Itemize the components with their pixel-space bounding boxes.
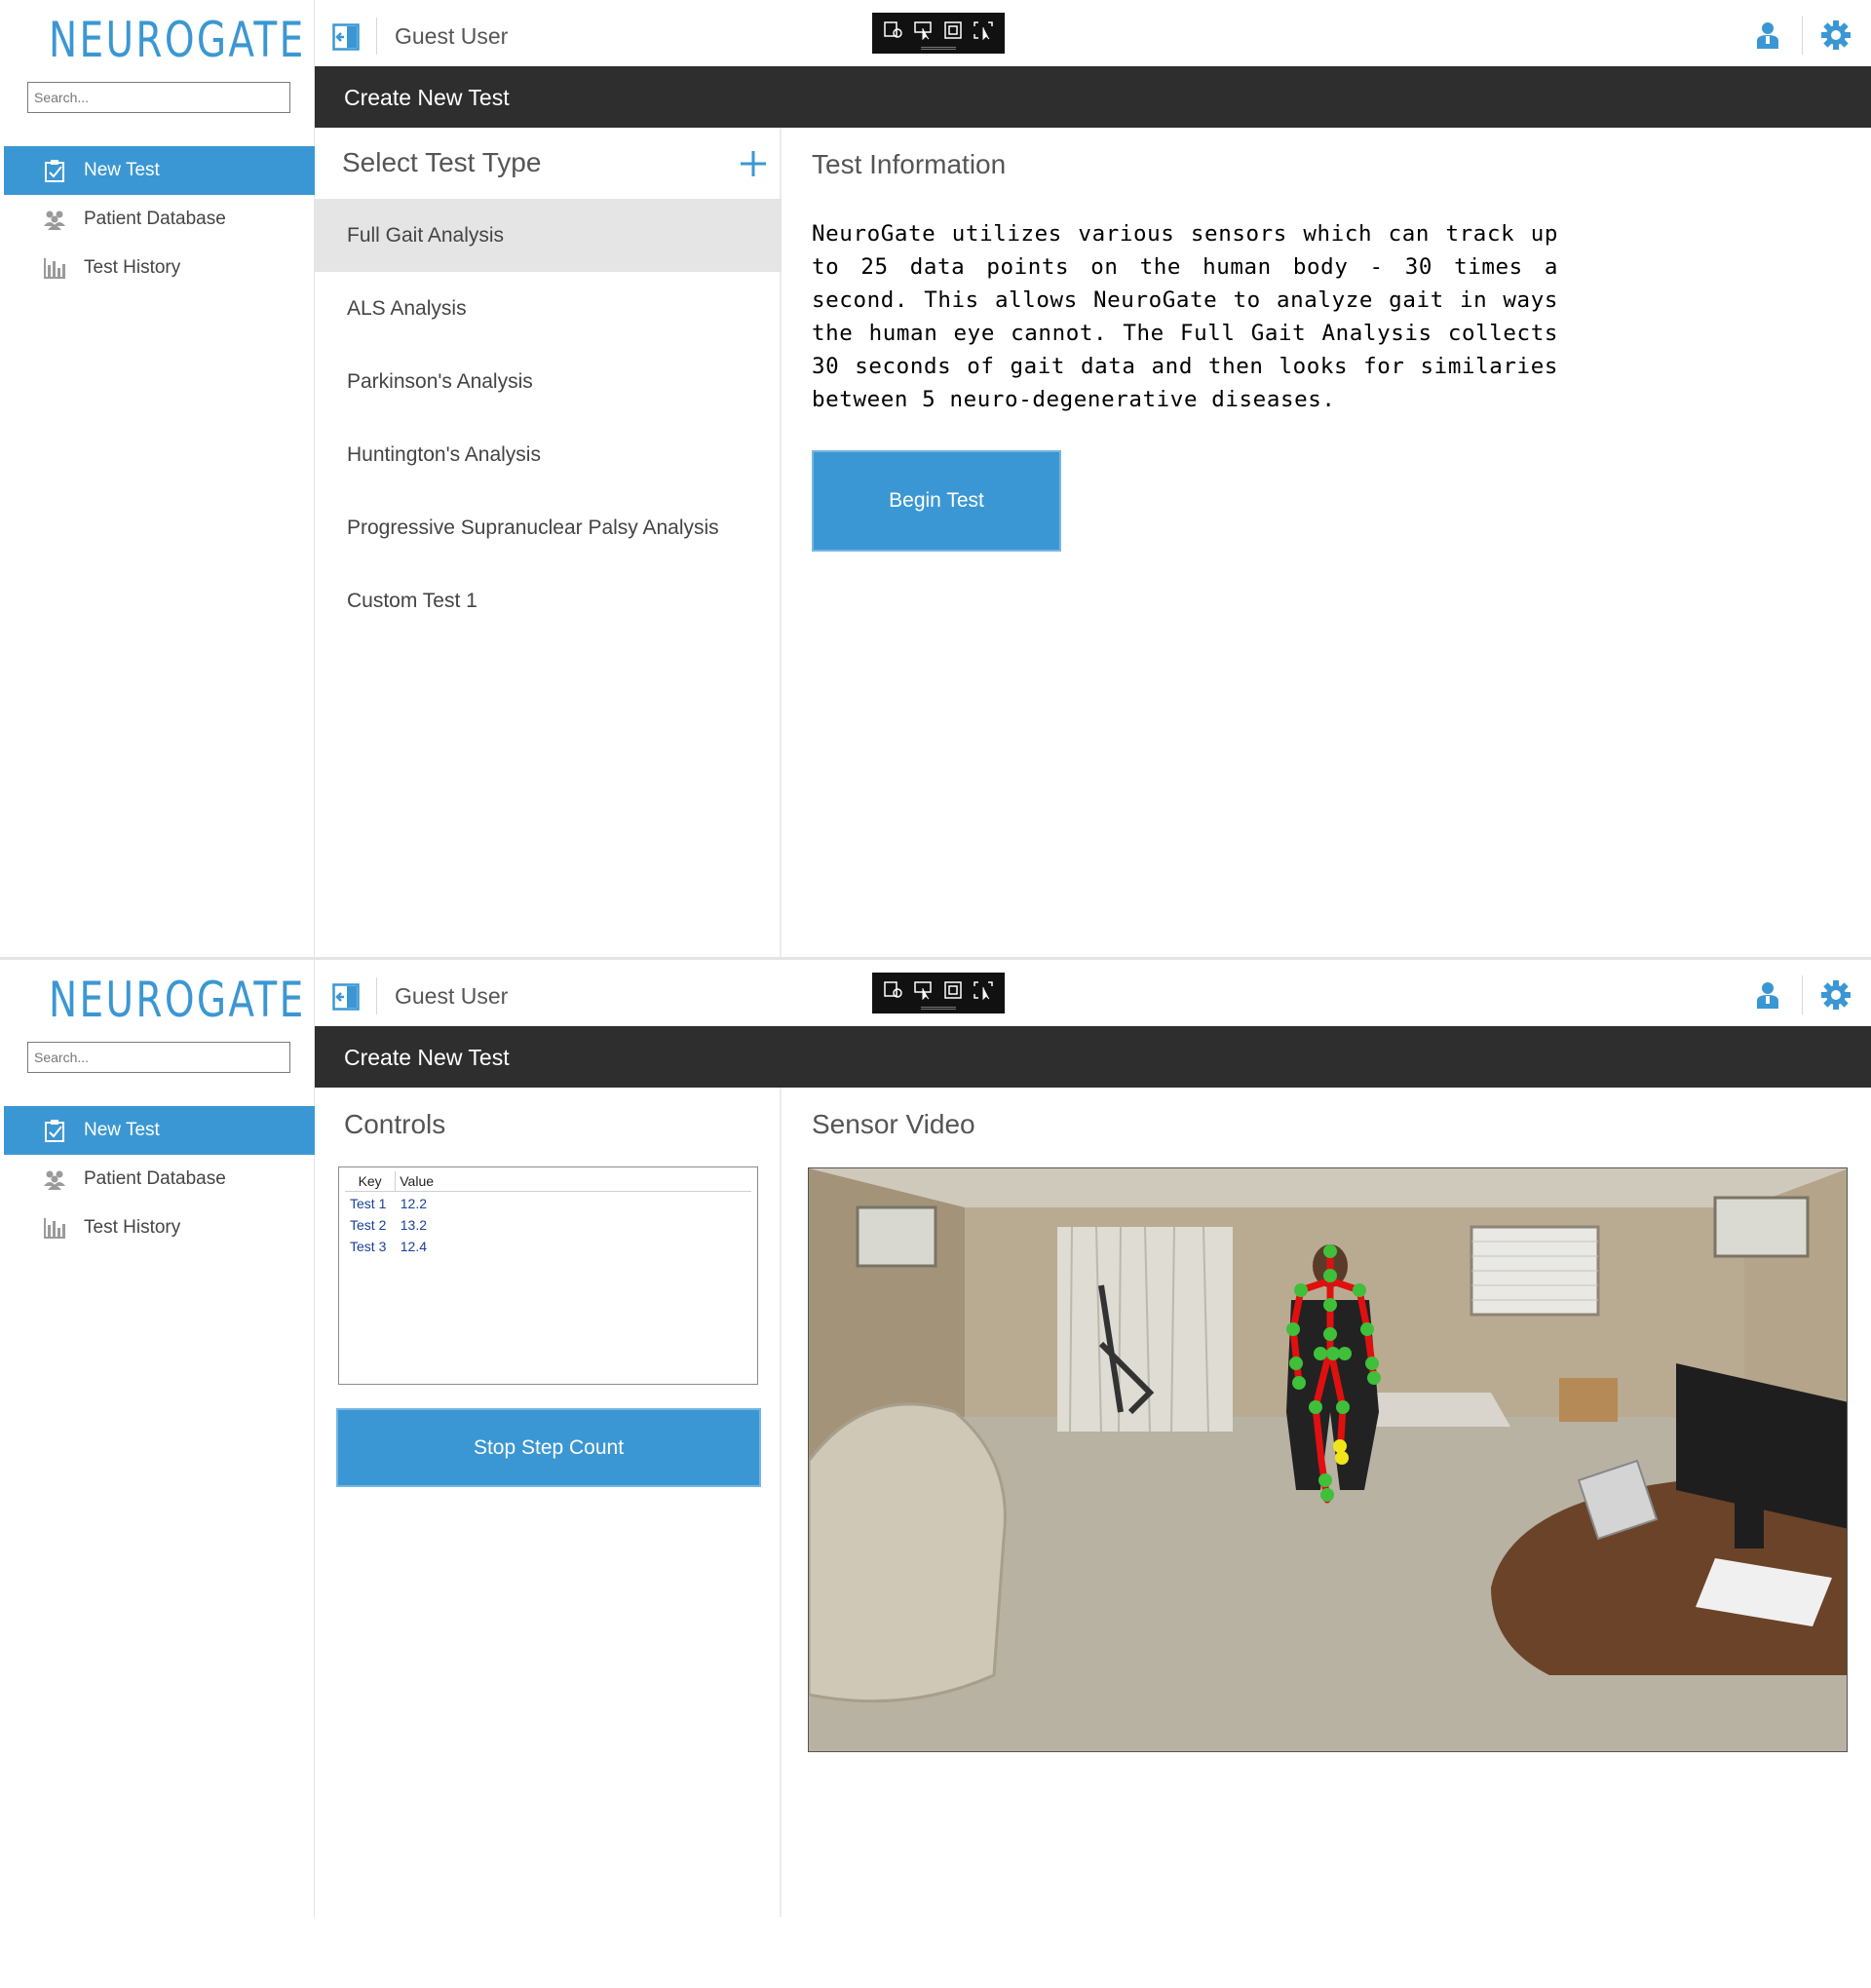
sensor-video-panel: Sensor Video [782, 1088, 1871, 1917]
divider [1802, 16, 1803, 55]
window-capture-icon[interactable] [941, 19, 966, 42]
list-item[interactable]: Full Gait Analysis [315, 199, 782, 272]
username-label: Guest User [395, 983, 509, 1009]
bar-chart-icon [41, 1214, 68, 1242]
toolbar-drag-handle[interactable] [921, 47, 956, 50]
clipboard-icon [41, 157, 68, 184]
table-header-value[interactable]: Value [395, 1171, 751, 1192]
video-frame-image [809, 1168, 1847, 1751]
panel-heading: Controls [344, 1109, 446, 1139]
sidebar-item-label: Test History [84, 257, 181, 278]
search-input[interactable]: Search... [27, 1042, 290, 1073]
bar-chart-icon [41, 254, 68, 282]
screen-sensor-recording: NEUROGATE Search... New Test Patient Dat… [0, 960, 1871, 1917]
panel-heading: Test Information [812, 149, 1007, 179]
sidebar-item-patient-database[interactable]: Patient Database [4, 195, 315, 244]
sidebar-nav: New Test Patient Database Test History [4, 1106, 315, 1252]
sensor-video-feed [808, 1167, 1848, 1752]
sidebar-item-test-history[interactable]: Test History [4, 244, 315, 292]
divider [376, 977, 377, 1014]
divider [376, 18, 377, 55]
panel-heading: Select Test Type [342, 147, 542, 177]
page-title-bar: Create New Test [315, 66, 1871, 128]
table-cell-key: Test 1 [350, 1196, 387, 1211]
controls-panel: Controls Key Value Test 1 12.2 Test 2 13… [315, 1088, 782, 1917]
table-row[interactable]: Test 3 12.4 [345, 1235, 751, 1256]
pointer-capture-icon[interactable] [912, 978, 936, 1002]
sidebar-item-new-test[interactable]: New Test [4, 146, 315, 195]
sidebar-item-label: Test History [84, 1217, 181, 1238]
sidebar-item-label: Patient Database [84, 1168, 226, 1189]
sidebar-item-label: Patient Database [84, 209, 226, 229]
pointer-capture-icon[interactable] [912, 19, 936, 42]
test-type-panel: Select Test Type Full Gait Analysis ALS … [315, 128, 782, 957]
gear-icon[interactable] [1820, 19, 1852, 51]
table-cell-value: 13.2 [400, 1217, 427, 1233]
fullscreen-capture-icon[interactable] [972, 19, 996, 42]
list-item[interactable]: Custom Test 1 [315, 564, 782, 637]
list-item[interactable]: Progressive Supranuclear Palsy Analysis [315, 491, 782, 564]
app-logo: NEUROGATE [49, 972, 306, 1028]
search-input[interactable]: Search... [27, 82, 290, 113]
table-row[interactable]: Test 1 12.2 [345, 1192, 751, 1214]
sidebar-item-new-test[interactable]: New Test [4, 1106, 315, 1155]
top-bar: Guest User [315, 960, 1871, 1026]
table-cell-key: Test 3 [350, 1239, 387, 1254]
results-table: Key Value Test 1 12.2 Test 2 13.2 Test 3 [345, 1171, 751, 1256]
sidebar-item-label: New Test [84, 1120, 160, 1140]
user-profile-icon[interactable] [1752, 19, 1783, 51]
people-icon [41, 1166, 68, 1193]
sidebar: NEUROGATE Search... New Test Patient Dat… [0, 0, 315, 957]
page-title: Create New Test [344, 85, 510, 110]
app-logo: NEUROGATE [49, 12, 306, 68]
list-item[interactable]: Huntington's Analysis [315, 418, 782, 491]
table-row[interactable]: Test 2 13.2 [345, 1213, 751, 1235]
capture-toolbar [872, 13, 1005, 54]
window-capture-icon[interactable] [941, 978, 966, 1002]
page-title-bar: Create New Test [315, 1026, 1871, 1088]
add-test-icon[interactable] [739, 149, 768, 178]
sidebar-item-test-history[interactable]: Test History [4, 1204, 315, 1252]
table-cell-value: 12.2 [400, 1196, 427, 1211]
stop-step-count-button[interactable]: Stop Step Count [336, 1408, 761, 1487]
snip-settings-icon[interactable] [882, 19, 906, 42]
sidebar-item-patient-database[interactable]: Patient Database [4, 1155, 315, 1204]
fullscreen-capture-icon[interactable] [972, 978, 996, 1002]
top-bar: Guest User [315, 0, 1871, 66]
divider [1802, 975, 1803, 1014]
sidebar: NEUROGATE Search... New Test Patient Dat… [0, 960, 315, 1917]
collapse-sidebar-icon[interactable] [332, 23, 360, 51]
user-profile-icon[interactable] [1752, 979, 1783, 1011]
table-cell-value: 12.4 [400, 1239, 427, 1254]
list-item[interactable]: ALS Analysis [315, 272, 782, 345]
test-information-panel: Test Information NeuroGate utilizes vari… [782, 128, 1871, 957]
clipboard-icon [41, 1117, 68, 1144]
test-description: NeuroGate utilizes various sensors which… [812, 221, 1558, 412]
page-title: Create New Test [344, 1045, 510, 1070]
table-cell-key: Test 2 [350, 1217, 387, 1233]
username-label: Guest User [395, 23, 509, 49]
screen-select-test-type: NEUROGATE Search... New Test Patient Dat… [0, 0, 1871, 957]
panel-heading: Sensor Video [812, 1109, 975, 1139]
results-table-box[interactable]: Key Value Test 1 12.2 Test 2 13.2 Test 3 [338, 1166, 758, 1385]
gear-icon[interactable] [1820, 979, 1852, 1011]
sidebar-nav: New Test Patient Database Test History [4, 146, 315, 292]
sidebar-item-label: New Test [84, 160, 160, 180]
list-item[interactable]: Parkinson's Analysis [315, 345, 782, 418]
snip-settings-icon[interactable] [882, 978, 906, 1002]
toolbar-drag-handle[interactable] [921, 1007, 956, 1010]
collapse-sidebar-icon[interactable] [332, 983, 360, 1011]
capture-toolbar [872, 973, 1005, 1013]
table-header-key[interactable]: Key [345, 1171, 397, 1192]
begin-test-button[interactable]: Begin Test [812, 450, 1061, 552]
test-type-list: Full Gait Analysis ALS Analysis Parkinso… [315, 199, 782, 637]
people-icon [41, 206, 68, 233]
